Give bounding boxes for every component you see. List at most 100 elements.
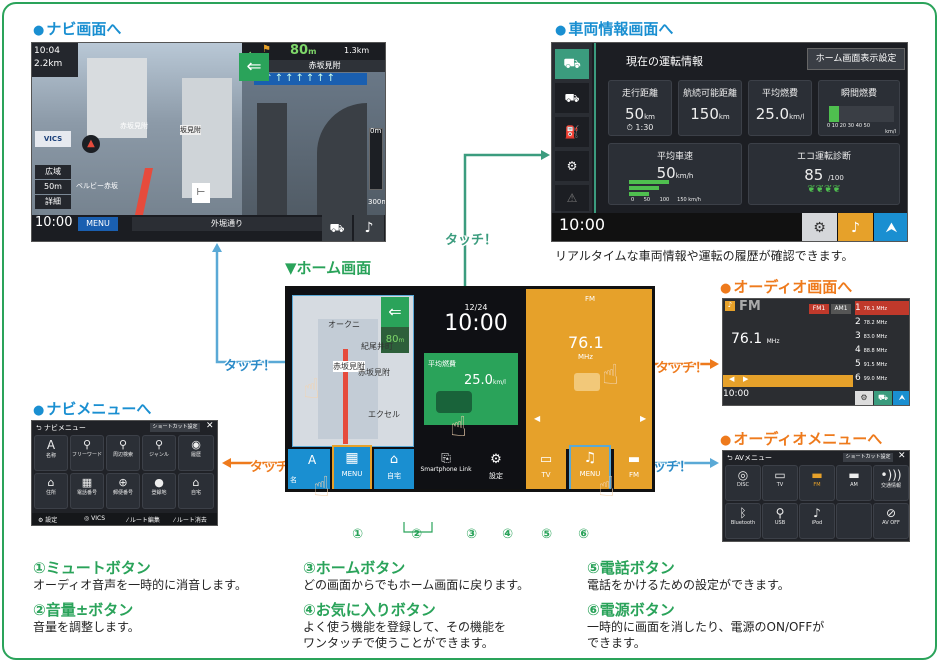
vehicle-clock: 10:00 xyxy=(559,215,606,234)
card-instant-fuel: 瞬間燃費 0 10 20 30 40 50 km/l xyxy=(818,80,900,136)
av-item-usb[interactable]: ⚲ USB xyxy=(762,503,798,539)
navi-menu-screen[interactable]: ⮌ ナビメニュー ショートカット設定 ✕ A 名称 ⚲ フリーワード ⚲ 周辺検索 ⚲… xyxy=(31,420,218,526)
footer-route-edit[interactable]: ⁄ ルート編集 xyxy=(127,515,160,524)
home-home-button[interactable]: ⌂ 自宅 xyxy=(374,449,414,489)
instant-fuel-bar xyxy=(829,106,839,122)
car-icon[interactable]: ⛟ xyxy=(322,215,352,241)
home-fuel-widget[interactable]: 平均燃費 25.0km/l xyxy=(424,353,518,425)
menu-item-freeword[interactable]: ⚲ フリーワード xyxy=(70,435,104,471)
menu-item-name[interactable]: A 名称 xyxy=(34,435,68,471)
av-item-am[interactable]: ▬ AM xyxy=(836,465,872,501)
av-item-tv[interactable]: ▭ TV xyxy=(762,465,798,501)
maintenance-icon[interactable]: ⚙ xyxy=(555,151,589,181)
music-icon[interactable]: ♪ xyxy=(354,215,384,241)
home-tv-button[interactable]: ▭ TV xyxy=(526,449,566,489)
vehicle-info-screen[interactable]: ⛟ ⛟ ⛽ ⚙ ⚠ 現在の運転情報 ホーム画面表示設定 走行距離 50km ⏱ … xyxy=(551,42,908,242)
home-display-settings-button[interactable]: ホーム画面表示設定 xyxy=(807,48,905,70)
vehicle-tab-history-icon[interactable]: ⛟ xyxy=(555,83,589,113)
footer-vics[interactable]: ◎ VICS xyxy=(84,515,105,522)
home-fm-unit: MHz xyxy=(578,353,593,361)
home-a-icon: A xyxy=(308,453,317,467)
shortcut-settings-button[interactable]: ショートカット設定 xyxy=(150,423,200,432)
line-to-navi xyxy=(215,250,286,364)
card-range: 航続可能距離 150km xyxy=(678,80,742,136)
navi-road-name: 外堀通り xyxy=(132,217,322,231)
navi-screen[interactable]: 10:04 2.2km ⇐ ⚑ 80m 1.3km 赤坂見附 ⇐↑↑↑↑↑↑↑ … xyxy=(31,42,386,242)
av-shortcut-settings-button[interactable]: ショートカット設定 xyxy=(843,453,893,462)
av-item-ipod[interactable]: ♪ iPod xyxy=(799,503,835,539)
radio-icon: ▬ xyxy=(627,452,641,467)
av-menu-screen[interactable]: ⮌ AVメニュー ショートカット設定 ✕ ◎ DISC ▭ TV ▬ FM ▬ AM •… xyxy=(722,450,910,542)
audio-navi-icon[interactable]: ⮝ xyxy=(893,391,909,405)
preset-item[interactable]: 1 76.1 MHz xyxy=(855,301,909,315)
navi-wide-button[interactable]: 広域 xyxy=(35,165,71,179)
av-item-disc[interactable]: ◎ DISC xyxy=(725,465,761,501)
menu-item-history[interactable]: ◉ 履歴 xyxy=(178,435,214,471)
vics-badge[interactable]: VICS xyxy=(35,131,71,147)
legend-text-home: どの画面からでもホーム画面に戻ります。 xyxy=(303,578,530,592)
menu-item-postal[interactable]: ⊕ 郵便番号 xyxy=(106,473,140,509)
legend-title-phone: ⑤電話ボタン xyxy=(587,559,675,577)
footer-route-clear[interactable]: ⁄ ルート消去 xyxy=(174,515,207,524)
turn-left-icon: ⇐ xyxy=(239,53,269,81)
audio-settings-icon[interactable]: ⚙ xyxy=(855,391,873,405)
av-item-fm[interactable]: ▬ FM xyxy=(799,465,835,501)
navi-detail-button[interactable]: 詳細 xyxy=(35,195,71,209)
preset-item[interactable]: 4 88.8 MHz xyxy=(855,343,909,357)
legend-title-volume: ②音量±ボタン xyxy=(33,601,134,619)
map-label: ベルビー赤坂 xyxy=(76,182,118,190)
av-item-bluetooth[interactable]: ᛒ Bluetooth xyxy=(725,503,761,539)
av-item-off[interactable]: ⊘ AV OFF xyxy=(873,503,909,539)
exit-icon[interactable]: ⊢ xyxy=(192,183,210,203)
menu-item-nearby[interactable]: ⚲ 周辺検索 xyxy=(106,435,140,471)
home-settings-button[interactable]: ⚙ 設定 xyxy=(476,449,516,489)
menu-item-address[interactable]: ⌂ 住所 xyxy=(34,473,68,509)
legend-text-phone: 電話をかけるための設定ができます。 xyxy=(587,578,790,592)
menu-item-phone[interactable]: ▦ 電話番号 xyxy=(70,473,104,509)
audio-car-icon[interactable]: ⛟ xyxy=(874,391,892,405)
next-arrow-icon[interactable]: ▶ xyxy=(640,414,646,423)
home-fm-freq: 76.1 xyxy=(568,333,604,352)
audio-music-icon: ♪ xyxy=(725,301,735,311)
av-close-icon[interactable]: ✕ xyxy=(898,451,906,461)
audio-music-icon[interactable]: ♪ xyxy=(838,213,873,241)
preset-item[interactable]: 3 83.0 MHz xyxy=(855,329,909,343)
menu-item-home[interactable]: ⌂ 自宅 xyxy=(178,473,214,509)
compass-icon[interactable]: ▲ xyxy=(82,135,100,153)
preset-item[interactable]: 2 78.2 MHz xyxy=(855,315,909,329)
touch-label-audio: タッチ！ xyxy=(656,361,709,376)
menu-item-genre[interactable]: ⚲ ジャンル xyxy=(142,435,176,471)
marker-4: ④ xyxy=(502,527,514,542)
seek-forward-icon[interactable]: ▶ xyxy=(743,375,748,383)
av-item-empty xyxy=(836,503,872,539)
navi-scale-button[interactable]: 50m xyxy=(35,180,71,194)
navi-arrow-icon[interactable]: ⮝ xyxy=(874,213,907,241)
warning-icon[interactable]: ⚠ xyxy=(555,185,589,211)
home-fm-button[interactable]: ▬ FM xyxy=(614,449,652,489)
home-navi-menu-button[interactable]: ▦ MENU xyxy=(332,445,372,489)
menu-item-registered[interactable]: ● 登録地 xyxy=(142,473,176,509)
am1-badge[interactable]: AM1 xyxy=(831,304,851,314)
preset-item[interactable]: 5 91.5 MHz xyxy=(855,357,909,371)
tv-icon: ▭ xyxy=(539,452,553,467)
footer-settings[interactable]: ⚙ 設定 xyxy=(38,515,57,524)
close-icon[interactable]: ✕ xyxy=(206,421,214,431)
fuel-history-icon[interactable]: ⛽ xyxy=(555,117,589,147)
audio-clock: 10:00 xyxy=(723,389,749,399)
map-label: エクセル xyxy=(368,410,400,419)
seek-back-icon[interactable]: ◀ xyxy=(729,375,734,383)
av-item-traffic[interactable]: •))) 交通情報 xyxy=(873,465,909,501)
home-fm-widget[interactable] xyxy=(526,289,652,449)
legend-title-mute: ①ミュートボタン xyxy=(33,559,151,577)
audio-screen[interactable]: ♪ FM FM1 AM1 76.1 MHz ◀ ▶ 10:00 1 76.1 M… xyxy=(722,298,910,406)
settings-gear-icon[interactable]: ⚙ xyxy=(802,213,837,241)
hand-pointer-icon: ☝ xyxy=(303,372,321,405)
card-mileage: 走行距離 50km ⏱ 1:30 xyxy=(608,80,672,136)
preset-item[interactable]: 6 99.0 MHz xyxy=(855,371,909,385)
navi-menu-button[interactable]: MENU xyxy=(78,217,118,231)
prev-arrow-icon[interactable]: ◀ xyxy=(534,414,540,423)
vehicle-tab-car-icon[interactable]: ⛟ xyxy=(555,49,589,79)
home-screen[interactable]: ⇐ 80m オークニ 紀尾井町 赤坂見附 赤坂見附 エクセル 12/24 10:… xyxy=(285,286,655,492)
fm1-badge[interactable]: FM1 xyxy=(809,304,829,314)
smartphone-link-button[interactable]: ⎘ Smartphone Link xyxy=(418,449,474,489)
